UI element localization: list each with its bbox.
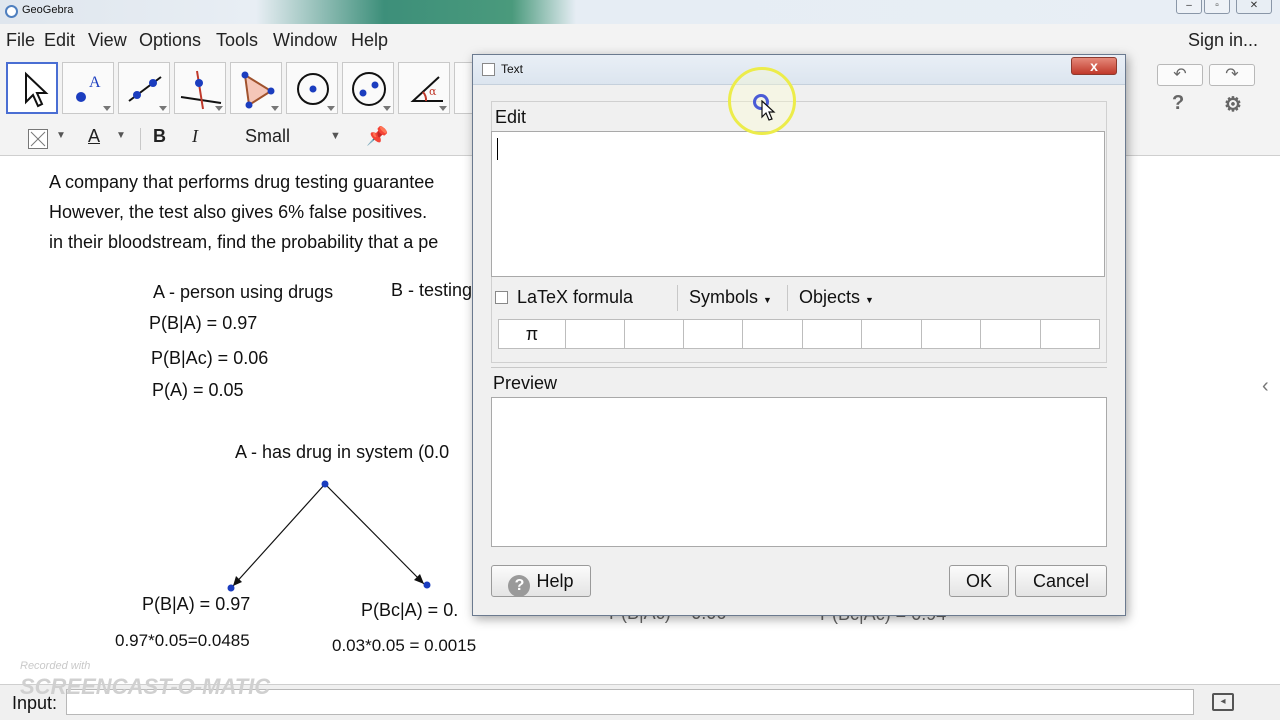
tree-right-point[interactable] — [423, 581, 431, 589]
dialog-title: Text — [501, 62, 524, 76]
help-button[interactable]: ? Help — [491, 565, 591, 597]
latex-options-row: LaTeX formula Symbols ▼ Objects ▼ — [493, 281, 1105, 315]
symbol-cell[interactable] — [803, 320, 862, 348]
chevron-down-icon: ▼ — [763, 295, 772, 305]
tree-branch-right — [324, 483, 425, 585]
help-button-label: Help — [536, 571, 574, 591]
symbol-cell[interactable] — [862, 320, 922, 348]
ok-button[interactable]: OK — [949, 565, 1009, 597]
tree-branch-left — [232, 483, 326, 587]
edit-section-label: Edit — [495, 107, 527, 127]
chevron-left-icon[interactable]: ‹ — [1262, 375, 1269, 398]
chevron-down-icon: ▼ — [865, 295, 874, 305]
options-divider — [677, 285, 678, 311]
mouse-pointer-icon — [761, 100, 776, 121]
text-dialog: Text x Edit LaTeX formula Symbols ▼ Obje… — [472, 54, 1126, 616]
branch-left-label: P(B|A) = 0.97 — [142, 594, 251, 614]
watermark-line-2: SCREENCAST-O-MATIC — [20, 674, 271, 699]
preview-area — [491, 397, 1107, 547]
objects-dropdown[interactable]: Objects ▼ — [799, 287, 874, 308]
cancel-button[interactable]: Cancel — [1015, 565, 1107, 597]
symbol-cell[interactable] — [922, 320, 981, 348]
tree-left-point[interactable] — [227, 584, 235, 592]
symbol-cell[interactable] — [625, 320, 684, 348]
symbol-cell[interactable] — [981, 320, 1041, 348]
symbols-dropdown[interactable]: Symbols ▼ — [689, 287, 772, 308]
tree-root-point[interactable] — [321, 480, 329, 488]
dialog-titlebar: Text x — [473, 55, 1125, 85]
text-edit-area[interactable] — [491, 131, 1105, 277]
symbol-cell[interactable] — [566, 320, 625, 348]
latex-checkbox[interactable] — [495, 291, 508, 304]
cursor-highlight — [728, 67, 796, 135]
symbol-cell[interactable] — [1041, 320, 1099, 348]
dialog-window-icon — [482, 63, 495, 76]
objects-dropdown-label: Objects — [799, 287, 861, 307]
branch-left-calc: 0.97*0.05=0.0485 — [115, 631, 250, 650]
options-divider — [787, 285, 788, 311]
branch-right-label: P(Bc|A) = 0. — [361, 600, 459, 620]
recording-watermark: Recorded with SCREENCAST-O-MATIC — [20, 660, 270, 700]
symbol-cell[interactable] — [684, 320, 743, 348]
symbol-cell-pi[interactable]: π — [499, 320, 566, 348]
branch-right-calc: 0.03*0.05 = 0.0015 — [332, 636, 477, 655]
dialog-close-button[interactable]: x — [1071, 57, 1117, 75]
latex-formula-label[interactable]: LaTeX formula — [517, 287, 633, 308]
symbol-palette: π — [498, 319, 1100, 349]
keyboard-toggle-icon[interactable]: ◂ — [1212, 693, 1234, 711]
section-divider — [491, 367, 1107, 368]
help-circle-icon: ? — [508, 575, 531, 597]
symbols-dropdown-label: Symbols — [689, 287, 759, 307]
geogebra-window: GeoGebra – ▫ ✕ File Edit View Options To… — [0, 0, 1280, 720]
text-caret — [497, 138, 498, 160]
symbol-cell[interactable] — [743, 320, 803, 348]
watermark-line-1: Recorded with — [20, 660, 91, 672]
preview-section-label: Preview — [493, 373, 558, 393]
